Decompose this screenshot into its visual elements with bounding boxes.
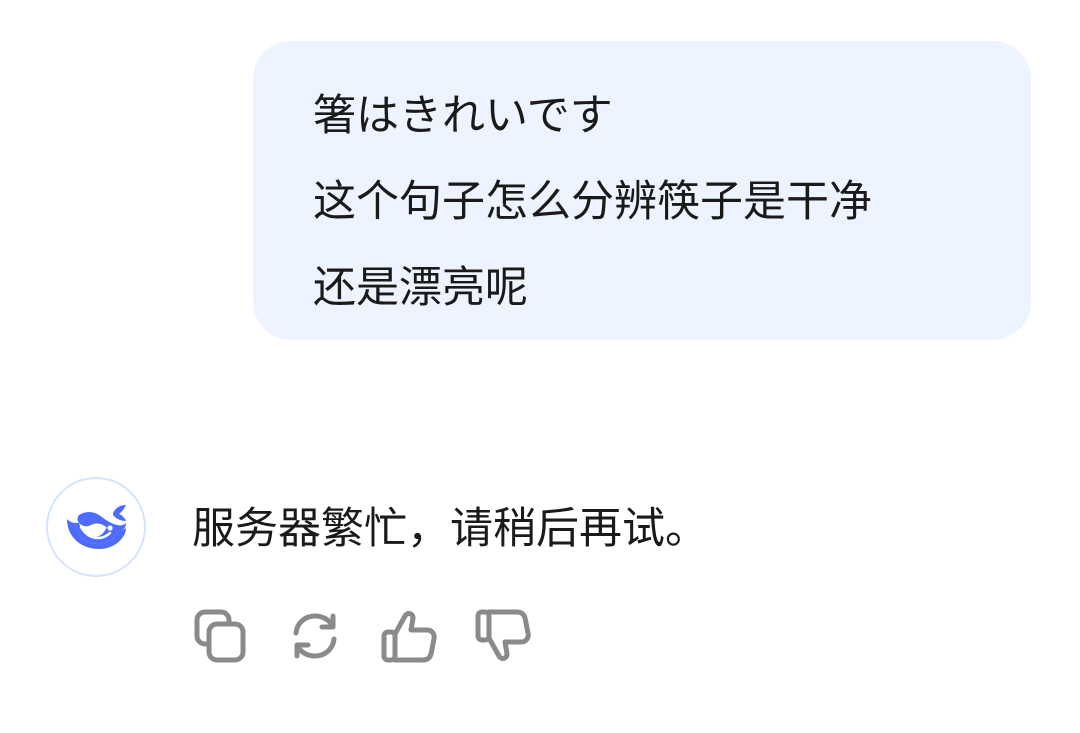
regenerate-button[interactable]: [286, 607, 344, 665]
assistant-avatar: [46, 477, 146, 577]
like-button[interactable]: [380, 607, 438, 665]
user-message-line: 箸はきれいです: [313, 91, 613, 141]
user-message-line: 这个句子怎么分辨筷子是干净: [313, 177, 872, 227]
thumbs-up-icon: [381, 611, 437, 663]
refresh-icon: [293, 613, 337, 659]
user-message-line: 还是漂亮呢: [313, 263, 528, 313]
copy-button[interactable]: [192, 607, 250, 665]
assistant-message-text: 服务器繁忙，请稍后再试。: [192, 504, 708, 554]
deepseek-whale-icon: [67, 505, 126, 549]
copy-icon: [194, 609, 246, 663]
message-action-bar: [192, 607, 568, 665]
user-message-bubble: 箸はきれいです 这个句子怎么分辨筷子是干净 还是漂亮呢: [253, 41, 1031, 340]
dislike-button[interactable]: [474, 607, 532, 665]
thumbs-down-icon: [475, 609, 531, 661]
